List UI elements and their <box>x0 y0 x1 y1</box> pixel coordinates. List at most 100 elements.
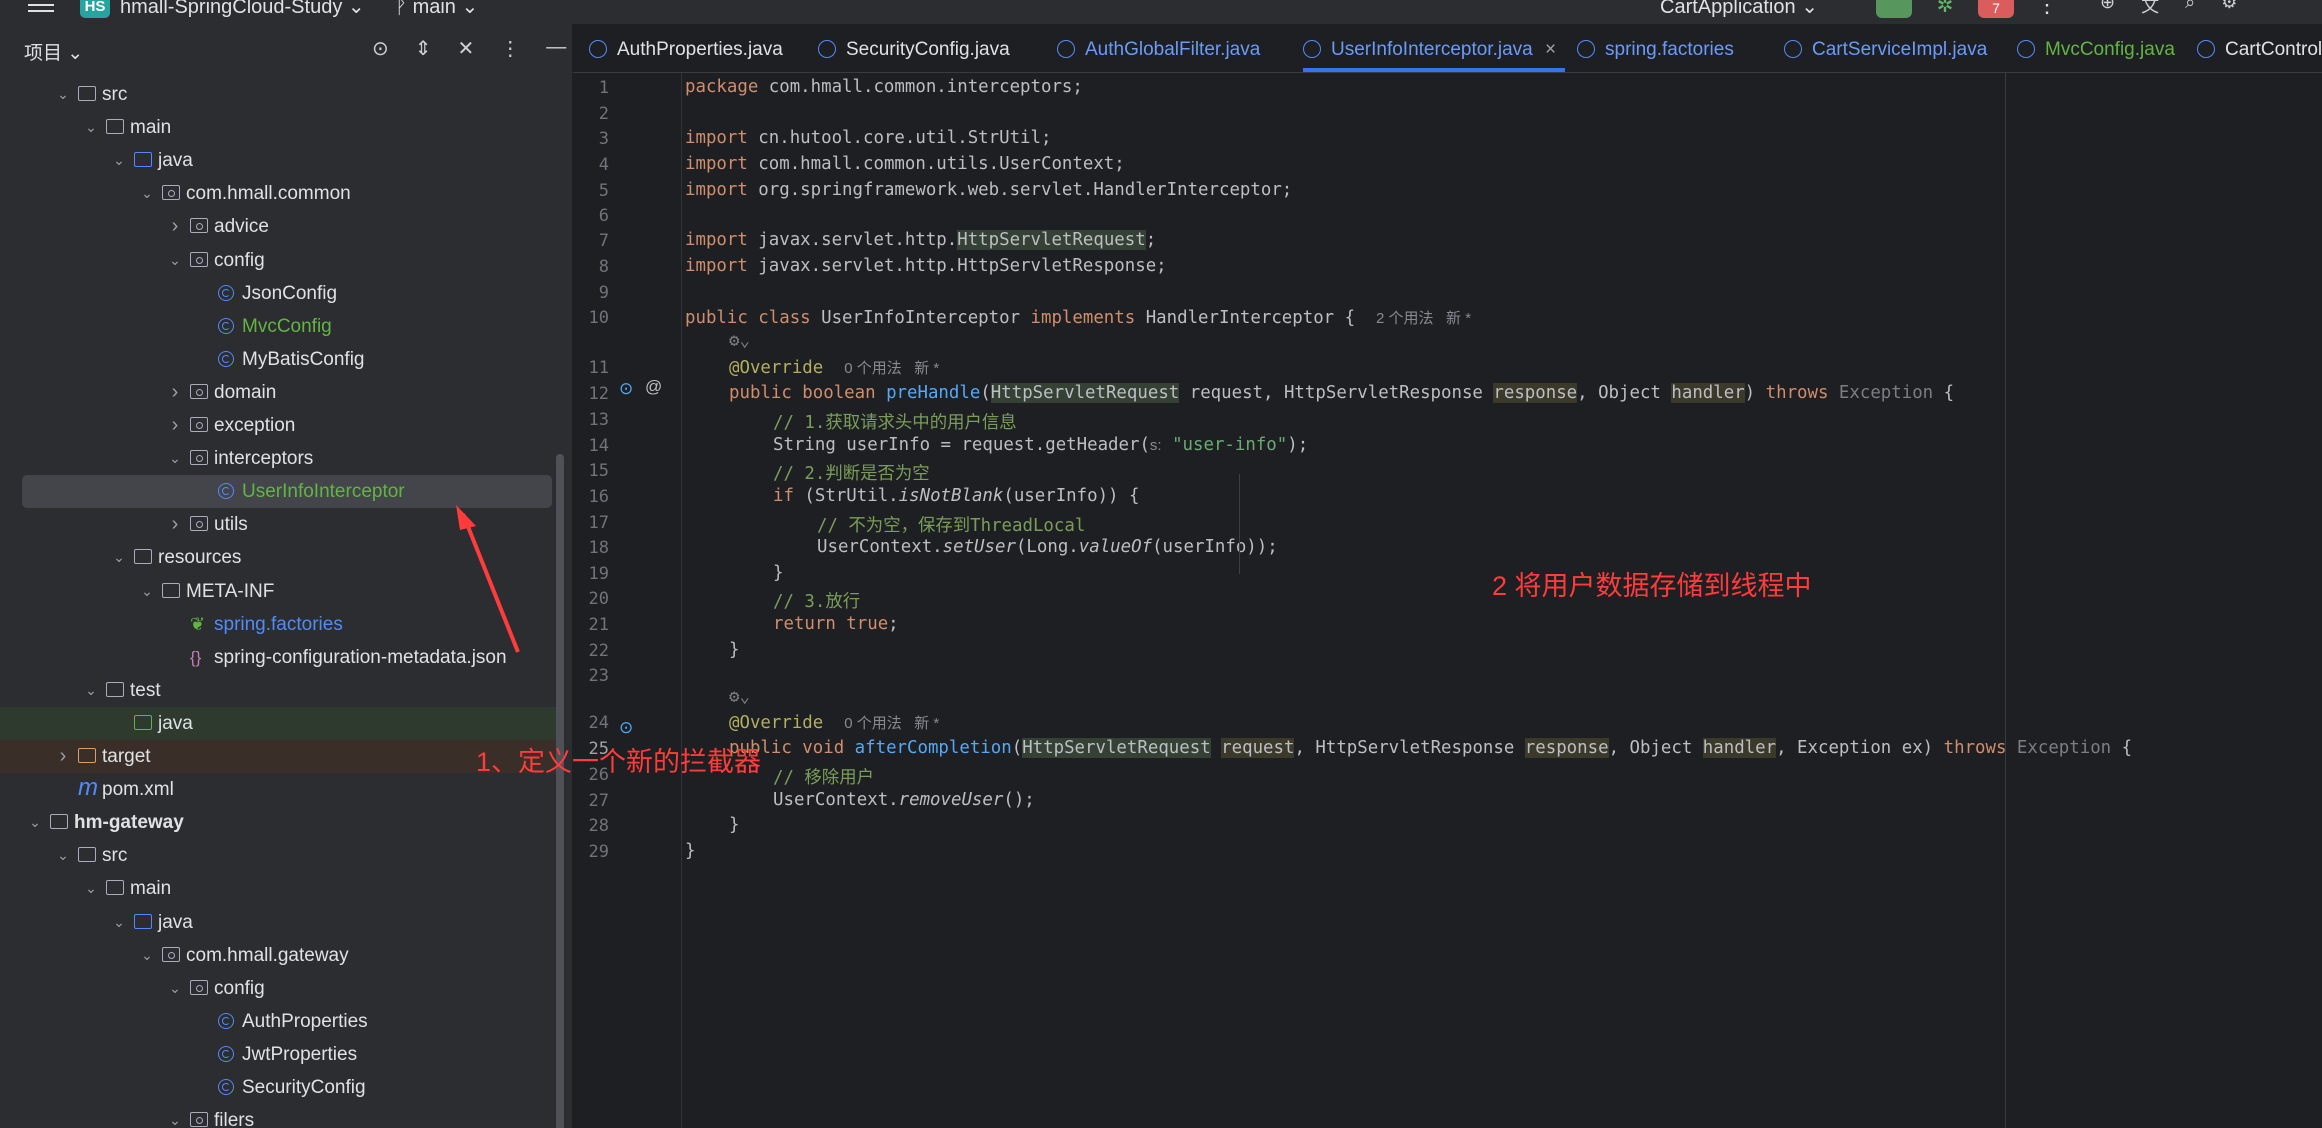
line-number[interactable]: 27 <box>573 791 609 811</box>
run-config-selector[interactable]: CartApplication ⌄ <box>1660 0 1818 19</box>
inlay-icon[interactable]: ⚙⌄ <box>729 331 750 351</box>
line-number[interactable]: 7 <box>573 231 609 251</box>
tree-item[interactable]: › exception <box>0 409 560 442</box>
close-icon[interactable]: × <box>1545 24 1556 72</box>
line-number[interactable]: 3 <box>573 129 609 149</box>
override-method-icon[interactable]: ⊙ <box>619 379 633 399</box>
chevron-down-icon[interactable]: ⌄ <box>168 442 182 475</box>
line-number[interactable]: 16 <box>573 487 609 507</box>
tree-item[interactable]: ⌄ test <box>0 674 560 707</box>
inlay-icon[interactable]: ⚙⌄ <box>729 687 750 707</box>
collapse-all-icon[interactable]: ✕ <box>458 36 475 61</box>
line-number[interactable]: 1 <box>573 78 609 98</box>
minimize-icon[interactable]: — <box>546 36 566 61</box>
chevron-right-icon[interactable]: › <box>168 409 182 442</box>
scrollbar[interactable] <box>556 454 564 1128</box>
line-number[interactable]: 2 <box>573 104 609 124</box>
chevron-down-icon[interactable]: ⌄ <box>112 906 126 939</box>
chevron-down-icon[interactable]: ⌄ <box>84 111 98 144</box>
chevron-right-icon[interactable]: › <box>168 376 182 409</box>
tree-item[interactable]: ⌄ com.hmall.gateway <box>0 939 560 972</box>
tree-item[interactable]: ⌄ main <box>0 111 560 144</box>
tree-item[interactable]: ⌄ main <box>0 872 560 905</box>
run-button[interactable] <box>1876 0 1912 18</box>
line-number[interactable]: 8 <box>573 257 609 277</box>
tab-spring-factories[interactable]: spring.factories <box>1577 24 1777 72</box>
line-number[interactable]: 11 <box>573 358 609 378</box>
tree-item[interactable]: › utils <box>0 508 560 541</box>
line-number[interactable]: 22 <box>573 641 609 661</box>
line-number[interactable]: 13 <box>573 410 609 430</box>
chevron-down-icon[interactable]: ⌄ <box>168 1104 182 1128</box>
tree-item[interactable]: ⌄ java <box>0 906 560 939</box>
tree-item[interactable]: › advice <box>0 210 560 243</box>
tree-item[interactable]: ⌄ config <box>0 972 560 1005</box>
translate-icon[interactable]: 文 <box>2141 0 2159 18</box>
tree-item[interactable]: ⌄ interceptors <box>0 442 560 475</box>
tree-item[interactable]: MyBatisConfig <box>0 343 560 376</box>
chevron-down-icon[interactable]: ⌄ <box>112 144 126 177</box>
tree-item[interactable]: ⌄ config <box>0 244 560 277</box>
tab-securityconfig-java[interactable]: SecurityConfig.java <box>818 24 1018 72</box>
project-view-selector[interactable]: 项目 ⌄ <box>24 38 83 65</box>
add-user-icon[interactable]: ⊕ <box>2100 0 2115 18</box>
tree-item[interactable]: › domain <box>0 376 560 409</box>
project-switcher[interactable]: hmall-SpringCloud-Study ⌄ <box>120 0 365 19</box>
tree-item[interactable]: UserInfoInterceptor <box>22 475 552 509</box>
more-actions-icon[interactable]: ⋮ <box>2036 0 2058 18</box>
at-icon[interactable]: @ <box>645 377 662 397</box>
tab-cartserviceimpl-java[interactable]: CartServiceImpl.java <box>1784 24 1987 72</box>
line-number[interactable]: 14 <box>573 436 609 456</box>
search-icon[interactable]: ⌕ <box>2185 0 2195 18</box>
line-number[interactable]: 20 <box>573 589 609 609</box>
chevron-down-icon[interactable]: ⌄ <box>84 674 98 707</box>
chevron-down-icon[interactable]: ⌄ <box>84 872 98 905</box>
tree-item[interactable]: ❦ spring.factories <box>0 608 560 641</box>
code-editor[interactable]: 1 2 3 4 5 6 7 8 9 10 11 12 13 14 15 16 17 18 19 20 21 22 23 24 2… <box>573 73 2322 1128</box>
options-icon[interactable]: ⋮ <box>500 36 520 61</box>
line-number[interactable]: 6 <box>573 206 609 226</box>
chevron-down-icon[interactable]: ⌄ <box>112 541 126 574</box>
tree-item[interactable]: MvcConfig <box>0 310 560 343</box>
chevron-down-icon[interactable]: ⌄ <box>56 839 70 872</box>
tree-item[interactable]: ⌄ src <box>0 839 560 872</box>
line-number[interactable]: 18 <box>573 538 609 558</box>
chevron-right-icon[interactable]: › <box>56 740 70 773</box>
chevron-right-icon[interactable]: › <box>168 508 182 541</box>
stop-button[interactable]: 7 <box>1978 0 2014 18</box>
chevron-down-icon[interactable]: ⌄ <box>56 78 70 111</box>
line-number[interactable]: 17 <box>573 513 609 533</box>
line-number[interactable]: 28 <box>573 816 609 836</box>
line-number[interactable]: 9 <box>573 283 609 303</box>
tree-item[interactable]: ⌄ filers <box>0 1104 560 1128</box>
debug-icon[interactable]: ✲ <box>1930 0 1960 18</box>
line-number[interactable]: 10 <box>573 308 609 328</box>
line-number[interactable]: 12 <box>573 384 609 404</box>
main-menu-icon[interactable] <box>28 0 54 18</box>
tree-item[interactable]: ⌄ hm-gateway <box>0 806 560 839</box>
line-number[interactable]: 29 <box>573 842 609 862</box>
chevron-down-icon[interactable]: ⌄ <box>140 575 154 608</box>
tab-mvcconfig-java[interactable]: MvcConfig.java <box>2017 24 2217 72</box>
tree-item[interactable]: ⌄ java <box>0 144 560 177</box>
line-number[interactable]: 15 <box>573 461 609 481</box>
line-number[interactable]: 5 <box>573 181 609 201</box>
line-number[interactable]: 4 <box>573 155 609 175</box>
tree-item[interactable]: ⌄ META-INF <box>0 575 560 608</box>
tree-item[interactable]: java <box>0 706 560 740</box>
chevron-right-icon[interactable]: › <box>168 210 182 243</box>
tab-authglobalfilter-java[interactable]: AuthGlobalFilter.java <box>1057 24 1260 72</box>
tree-item[interactable]: JwtProperties <box>0 1038 560 1071</box>
tree-item[interactable]: {} spring-configuration-metadata.json <box>0 641 560 674</box>
chevron-down-icon[interactable]: ⌄ <box>140 177 154 210</box>
line-number[interactable]: 19 <box>573 564 609 584</box>
locate-icon[interactable]: ⊙ <box>372 36 389 61</box>
tree-item[interactable]: ⌄ src <box>0 78 560 111</box>
line-number[interactable]: 21 <box>573 615 609 635</box>
line-number[interactable]: 24 <box>573 713 609 733</box>
chevron-down-icon[interactable]: ⌄ <box>168 244 182 277</box>
project-badge[interactable]: HS <box>80 0 110 18</box>
gear-icon[interactable]: ⚙ <box>2221 0 2237 18</box>
tab-userinfointerceptor-java[interactable]: UserInfoInterceptor.java × <box>1303 24 1565 72</box>
chevron-down-icon[interactable]: ⌄ <box>28 806 42 839</box>
